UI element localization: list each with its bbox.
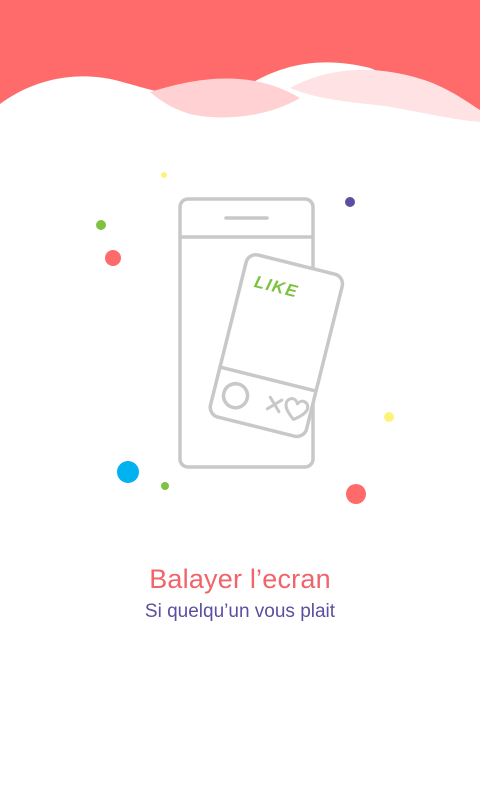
confetti-dot	[345, 197, 355, 207]
confetti-dot	[105, 250, 121, 266]
header-wave-background	[0, 0, 480, 140]
page-subtitle: Si quelqu’un vous plait	[144, 601, 336, 622]
confetti-dot	[96, 220, 106, 230]
confetti-dot	[161, 172, 167, 178]
confetti-dot	[346, 484, 366, 504]
swipe-illustration: LIKE	[96, 172, 394, 504]
confetti-dot	[117, 461, 139, 483]
confetti-dot	[384, 412, 394, 422]
confetti-dot	[161, 482, 169, 490]
page-title: Balayer l’ecran	[149, 564, 331, 594]
